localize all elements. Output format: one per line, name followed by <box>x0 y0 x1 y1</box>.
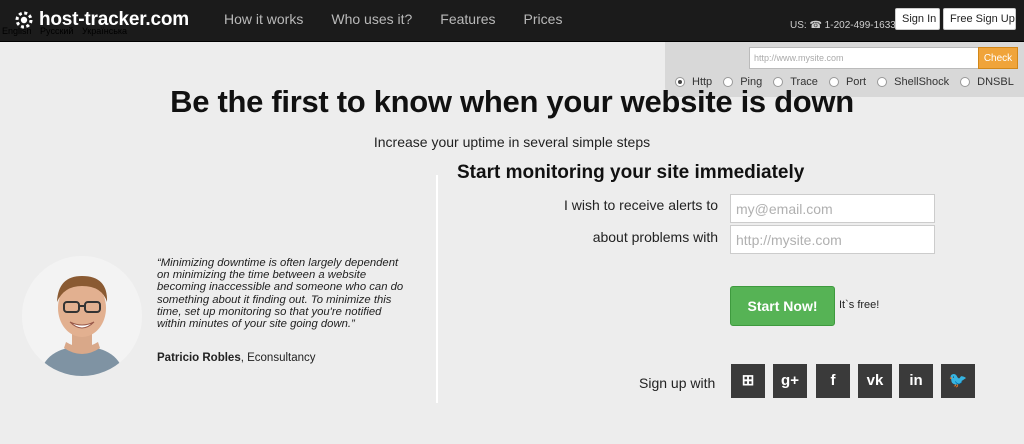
free-sign-up-button[interactable]: Free Sign Up <box>943 8 1016 30</box>
main-nav: How it works Who uses it? Features Price… <box>224 11 590 27</box>
sign-up-with-label: Sign up with <box>639 375 716 391</box>
vk-icon[interactable]: vk <box>858 364 892 398</box>
alerts-label: I wish to receive alerts to <box>563 197 718 213</box>
hero-subtitle: Increase your uptime in several simple s… <box>373 134 651 150</box>
lang-russian[interactable]: Русский <box>40 26 73 36</box>
windows-icon[interactable]: ⊞ <box>731 364 765 398</box>
testimonial-author: Patricio Robles, Econsultancy <box>157 352 316 364</box>
phone-number: US: ☎ 1-202-499-1633 <box>790 20 896 31</box>
sign-in-button[interactable]: Sign In <box>895 8 940 30</box>
start-now-button[interactable]: Start Now! <box>730 286 835 326</box>
check-url-input[interactable]: http://www.mysite.com <box>749 47 979 69</box>
site-url-field[interactable]: http://mysite.com <box>730 225 935 254</box>
testimonial-quote: “Minimizing downtime is often largely de… <box>157 257 404 331</box>
free-note: It`s free! <box>839 299 880 311</box>
email-field[interactable]: my@email.com <box>730 194 935 223</box>
hero-title: Be the first to know when your website i… <box>170 84 854 119</box>
lang-english[interactable]: English <box>2 26 32 36</box>
facebook-icon[interactable]: f <box>816 364 850 398</box>
person-photo <box>22 256 142 376</box>
nav-features[interactable]: Features <box>440 11 495 27</box>
nav-who-uses-it[interactable]: Who uses it? <box>331 11 412 27</box>
twitter-icon[interactable]: 🐦 <box>941 364 975 398</box>
nav-how-it-works[interactable]: How it works <box>224 11 303 27</box>
author-name: Patricio Robles <box>157 352 241 364</box>
lang-ukrainian[interactable]: Українська <box>82 26 127 36</box>
check-button[interactable]: Check <box>978 47 1018 69</box>
vertical-divider <box>436 175 438 403</box>
language-switcher: English Русский Українська <box>2 26 133 36</box>
google-plus-icon[interactable]: g+ <box>773 364 807 398</box>
form-title: Start monitoring your site immediately <box>457 162 805 183</box>
top-navbar: host-tracker.com English Русский Українс… <box>0 0 1024 42</box>
author-company: , Econsultancy <box>240 352 316 364</box>
avatar <box>22 256 142 376</box>
linkedin-icon[interactable]: in <box>899 364 933 398</box>
problems-label: about problems with <box>592 229 718 245</box>
nav-prices[interactable]: Prices <box>524 11 563 27</box>
